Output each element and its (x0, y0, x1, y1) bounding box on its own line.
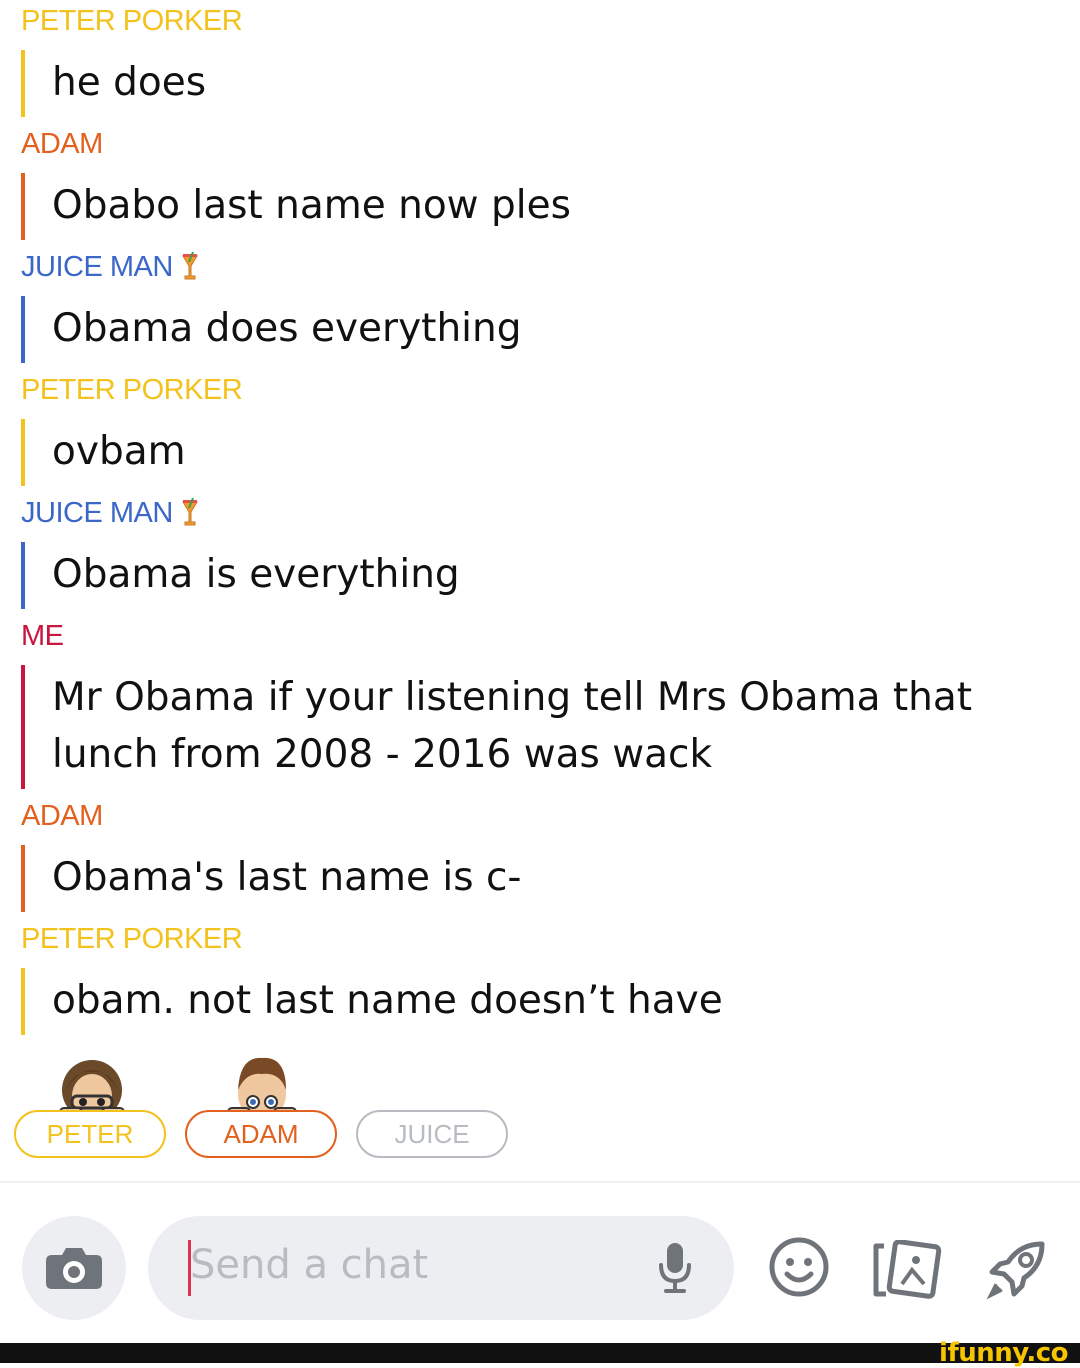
participant-label: JUICE (394, 1118, 470, 1149)
message-sender: JUICE MAN (21, 250, 1080, 284)
microphone-icon[interactable] (658, 1241, 692, 1295)
message-text: Obama is everything (52, 552, 460, 597)
camera-icon (46, 1248, 102, 1289)
message-body: Obama is everything (21, 542, 1080, 609)
composer-divider (0, 1181, 1080, 1183)
message-text: obam. not last name doesn’t have (52, 978, 723, 1023)
message-sender: PETER PORKER (21, 4, 1080, 38)
message-text: he does (52, 60, 207, 105)
rocket-icon[interactable] (984, 1238, 1048, 1302)
sender-name: JUICE MAN (21, 497, 173, 529)
message-body: obam. not last name doesn’t have (21, 968, 1080, 1035)
chat-input[interactable]: Send a chat (148, 1216, 734, 1320)
message-text: Obama's last name is c- (52, 855, 522, 900)
message-body: Obama's last name is c- (21, 845, 1080, 912)
sender-name: JUICE MAN (21, 251, 173, 283)
message-text: Obama does everything (52, 306, 522, 351)
message-sender: JUICE MAN (21, 496, 1080, 530)
message-sender: ADAM (21, 127, 1080, 161)
smiley-icon[interactable] (768, 1236, 830, 1298)
watermark-logo: ifunny.co (939, 1338, 1068, 1368)
message-text: ovbam (52, 429, 186, 474)
sender-name: PETER PORKER (21, 5, 243, 37)
chat-thread: PETER PORKER he does ADAM Obabo last name n… (0, 0, 1080, 1045)
cards-icon[interactable] (872, 1240, 944, 1300)
message-body: Obabo last name now ples (21, 173, 1080, 240)
sender-name: PETER PORKER (21, 374, 243, 406)
sender-name: PETER PORKER (21, 923, 243, 955)
chat-input-placeholder: Send a chat (190, 1242, 429, 1288)
tropical-drink-icon (181, 498, 198, 526)
watermark-bar (0, 1343, 1080, 1363)
message-sender: PETER PORKER (21, 373, 1080, 407)
message-body: ovbam (21, 419, 1080, 486)
adam-bitmoji-avatar (227, 1057, 297, 1118)
message-text: Obabo last name now ples (52, 183, 571, 228)
message-body: Obama does everything (21, 296, 1080, 363)
sender-name: ADAM (21, 128, 103, 160)
peter-bitmoji-avatar (59, 1060, 125, 1118)
message-sender: PETER PORKER (21, 922, 1080, 956)
participant-label: PETER (46, 1118, 134, 1149)
message-sender: ADAM (21, 799, 1080, 833)
camera-button[interactable] (22, 1216, 126, 1320)
sender-name: ME (21, 620, 64, 652)
message-sender: ME (21, 619, 1080, 653)
participant-pill-peter[interactable]: PETER (14, 1110, 166, 1158)
participant-pill-adam[interactable]: ADAM (185, 1110, 337, 1158)
participant-pill-juice[interactable]: JUICE (356, 1110, 508, 1158)
message-list: PETER PORKER he does ADAM Obabo last name n… (0, 4, 1080, 1035)
tropical-drink-icon (181, 252, 198, 280)
message-body: he does (21, 50, 1080, 117)
message-text: Mr Obama if your listening tell Mrs Obam… (52, 675, 973, 777)
participant-label: ADAM (223, 1118, 299, 1149)
message-body: Mr Obama if your listening tell Mrs Obam… (21, 665, 1080, 789)
typing-bitmoji-row (0, 1050, 1080, 1170)
sender-name: ADAM (21, 800, 103, 832)
